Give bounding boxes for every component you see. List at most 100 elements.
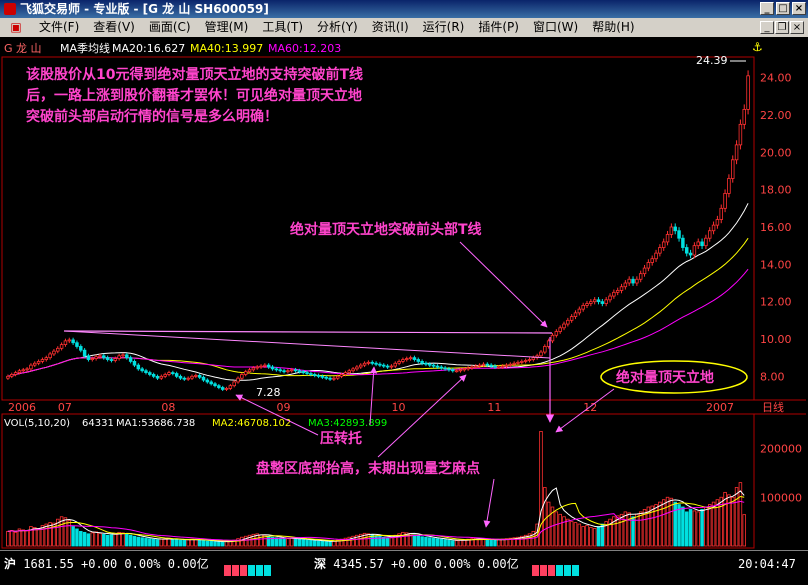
candle[interactable]: [562, 323, 566, 329]
volume-bar[interactable]: [665, 496, 670, 547]
candle[interactable]: [497, 366, 501, 369]
menu-run[interactable]: 运行(R): [416, 18, 472, 37]
menu-file[interactable]: 文件(F): [32, 18, 86, 37]
candle[interactable]: [642, 267, 647, 275]
candle[interactable]: [738, 123, 743, 146]
candle[interactable]: [148, 372, 152, 375]
candle[interactable]: [681, 237, 685, 248]
volume-bar[interactable]: [102, 533, 106, 547]
volume-bar[interactable]: [696, 511, 700, 547]
candle[interactable]: [217, 385, 221, 388]
volume-bar[interactable]: [305, 539, 309, 547]
volume-bar[interactable]: [562, 516, 566, 547]
candle[interactable]: [332, 377, 336, 380]
volume-bar[interactable]: [151, 538, 156, 547]
kline-chart-svg[interactable]: G 龙 山 MA季均线 MA20:16.627 MA40:13.997 MA60…: [0, 37, 808, 550]
candle[interactable]: [397, 360, 401, 364]
candle[interactable]: [573, 312, 578, 318]
candle[interactable]: [40, 359, 45, 362]
volume-bar[interactable]: [451, 540, 455, 547]
volume-bar[interactable]: [581, 526, 585, 547]
volume-bar[interactable]: [428, 537, 432, 547]
volume-bar[interactable]: [431, 537, 436, 547]
volume-bar[interactable]: [259, 534, 263, 547]
candle[interactable]: [646, 262, 651, 269]
candle[interactable]: [213, 383, 217, 387]
candle[interactable]: [63, 340, 68, 346]
candle[interactable]: [470, 366, 474, 369]
volume-bar[interactable]: [589, 527, 593, 547]
volume-bar[interactable]: [546, 501, 551, 547]
volume-bar[interactable]: [75, 528, 79, 547]
volume-bar[interactable]: [136, 536, 141, 547]
volume-bar[interactable]: [497, 539, 501, 547]
volume-bar[interactable]: [635, 513, 639, 547]
volume-bar[interactable]: [447, 539, 451, 547]
candle[interactable]: [205, 379, 210, 383]
volume-bar[interactable]: [94, 531, 98, 547]
candle[interactable]: [439, 366, 444, 369]
volume-bar[interactable]: [443, 539, 447, 547]
volume-bar[interactable]: [638, 511, 643, 547]
volume-bar[interactable]: [205, 540, 210, 547]
candle[interactable]: [159, 375, 164, 379]
candle[interactable]: [623, 282, 628, 288]
volume-bar[interactable]: [105, 534, 110, 547]
candle[interactable]: [527, 359, 532, 361]
candle[interactable]: [178, 375, 183, 379]
candle[interactable]: [600, 301, 605, 304]
volume-bar[interactable]: [489, 539, 493, 547]
candle[interactable]: [13, 372, 18, 375]
volume-bar[interactable]: [623, 511, 628, 547]
candle[interactable]: [25, 368, 29, 371]
menu-plugins[interactable]: 插件(P): [471, 18, 526, 37]
volume-bar[interactable]: [420, 536, 424, 547]
candle[interactable]: [462, 368, 467, 371]
volume-bar[interactable]: [627, 512, 631, 547]
candle[interactable]: [297, 370, 302, 373]
volume-bar[interactable]: [412, 534, 417, 547]
candle[interactable]: [742, 109, 746, 125]
candle[interactable]: [228, 385, 233, 389]
candle[interactable]: [163, 374, 167, 377]
volume-bar[interactable]: [485, 539, 490, 547]
candle[interactable]: [585, 303, 589, 306]
candle[interactable]: [688, 252, 693, 256]
volume-bar[interactable]: [681, 506, 685, 547]
candle[interactable]: [566, 319, 570, 325]
candle[interactable]: [182, 377, 187, 380]
candle[interactable]: [508, 363, 513, 366]
candle[interactable]: [696, 241, 700, 247]
candle[interactable]: [412, 357, 417, 360]
volume-bar[interactable]: [128, 534, 133, 547]
candle[interactable]: [692, 245, 697, 256]
candle[interactable]: [493, 365, 497, 368]
candle[interactable]: [167, 372, 171, 375]
volume-bar[interactable]: [385, 537, 390, 547]
candle[interactable]: [201, 376, 206, 381]
candle[interactable]: [48, 353, 52, 359]
volume-bar[interactable]: [673, 501, 677, 547]
candle[interactable]: [316, 374, 321, 377]
candle[interactable]: [550, 334, 555, 342]
candle[interactable]: [29, 364, 33, 370]
candle[interactable]: [278, 369, 282, 372]
volume-bar[interactable]: [389, 536, 394, 547]
candle[interactable]: [266, 364, 271, 368]
candle[interactable]: [52, 350, 56, 355]
candle[interactable]: [727, 178, 731, 194]
volume-bar[interactable]: [213, 541, 217, 547]
pin-icon[interactable]: ⚓: [752, 40, 763, 54]
candle[interactable]: [67, 339, 72, 342]
candle[interactable]: [393, 362, 398, 367]
volume-bar[interactable]: [707, 504, 712, 547]
close-button[interactable]: ×: [792, 2, 806, 15]
volume-bar[interactable]: [577, 523, 582, 547]
volume-bar[interactable]: [286, 538, 290, 547]
volume-bar[interactable]: [155, 539, 160, 547]
candle[interactable]: [650, 258, 654, 263]
volume-bar[interactable]: [631, 516, 635, 547]
candle[interactable]: [581, 304, 585, 310]
candle[interactable]: [232, 381, 236, 387]
candle[interactable]: [335, 375, 340, 379]
